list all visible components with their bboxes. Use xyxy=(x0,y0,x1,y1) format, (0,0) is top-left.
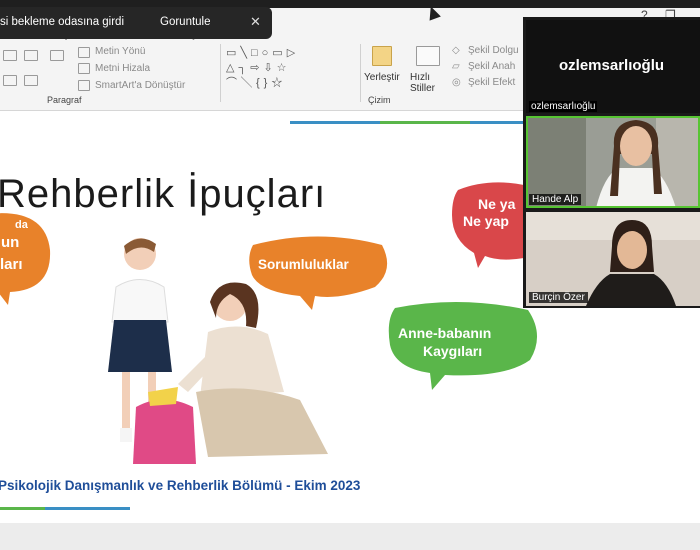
participant-video-tile[interactable]: Burçin Özer xyxy=(526,212,700,306)
bubble-parents-text: Anne-babanın xyxy=(398,325,492,341)
slide-footer: Psikolojik Danışmanlık ve Rehberlik Bölü… xyxy=(0,478,361,493)
mother-figure xyxy=(178,282,328,457)
backpack xyxy=(133,387,196,464)
bubble-left-text: un xyxy=(1,234,20,251)
bubble-left-text: da xyxy=(15,219,28,231)
bubble-left-text: ları xyxy=(0,256,23,273)
decorative-bar-blue xyxy=(45,507,130,510)
mother-daughter-illustration xyxy=(108,238,328,464)
host-name-display: ozlemsarlıoğlu xyxy=(559,57,665,74)
host-name-label: ozlemsarlıoğlu xyxy=(529,101,598,112)
participant-name: Hande Alp xyxy=(529,194,582,205)
decorative-bar-green xyxy=(0,507,45,510)
participant-name: Burçin Özer xyxy=(529,292,588,303)
bubble-parents-text: Kaygıları xyxy=(423,343,483,359)
bubble-right-text: Ne yap xyxy=(463,213,509,229)
participant-video-tile[interactable]: Hande Alp xyxy=(526,116,700,208)
bubble-right-text: Ne ya xyxy=(478,196,516,212)
